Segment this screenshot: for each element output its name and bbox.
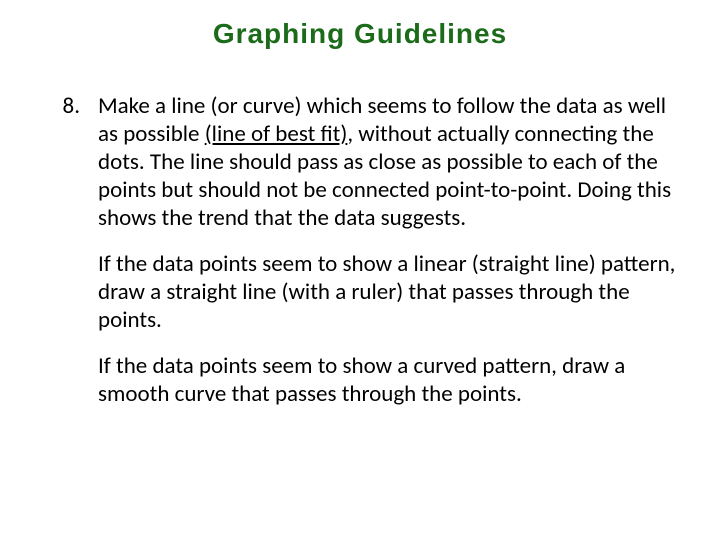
p1-underline: (line of best fit)	[205, 120, 348, 148]
list-item: 8. Make a line (or curve) which seems to…	[40, 92, 680, 408]
list-content: Make a line (or curve) which seems to fo…	[98, 92, 680, 408]
paragraph-2: If the data points seem to show a linear…	[98, 250, 680, 334]
paragraph-1: Make a line (or curve) which seems to fo…	[98, 92, 680, 232]
paragraph-3: If the data points seem to show a curved…	[98, 352, 680, 408]
list-marker: 8.	[40, 92, 98, 120]
page-title: Graphing Guidelines	[40, 18, 680, 50]
